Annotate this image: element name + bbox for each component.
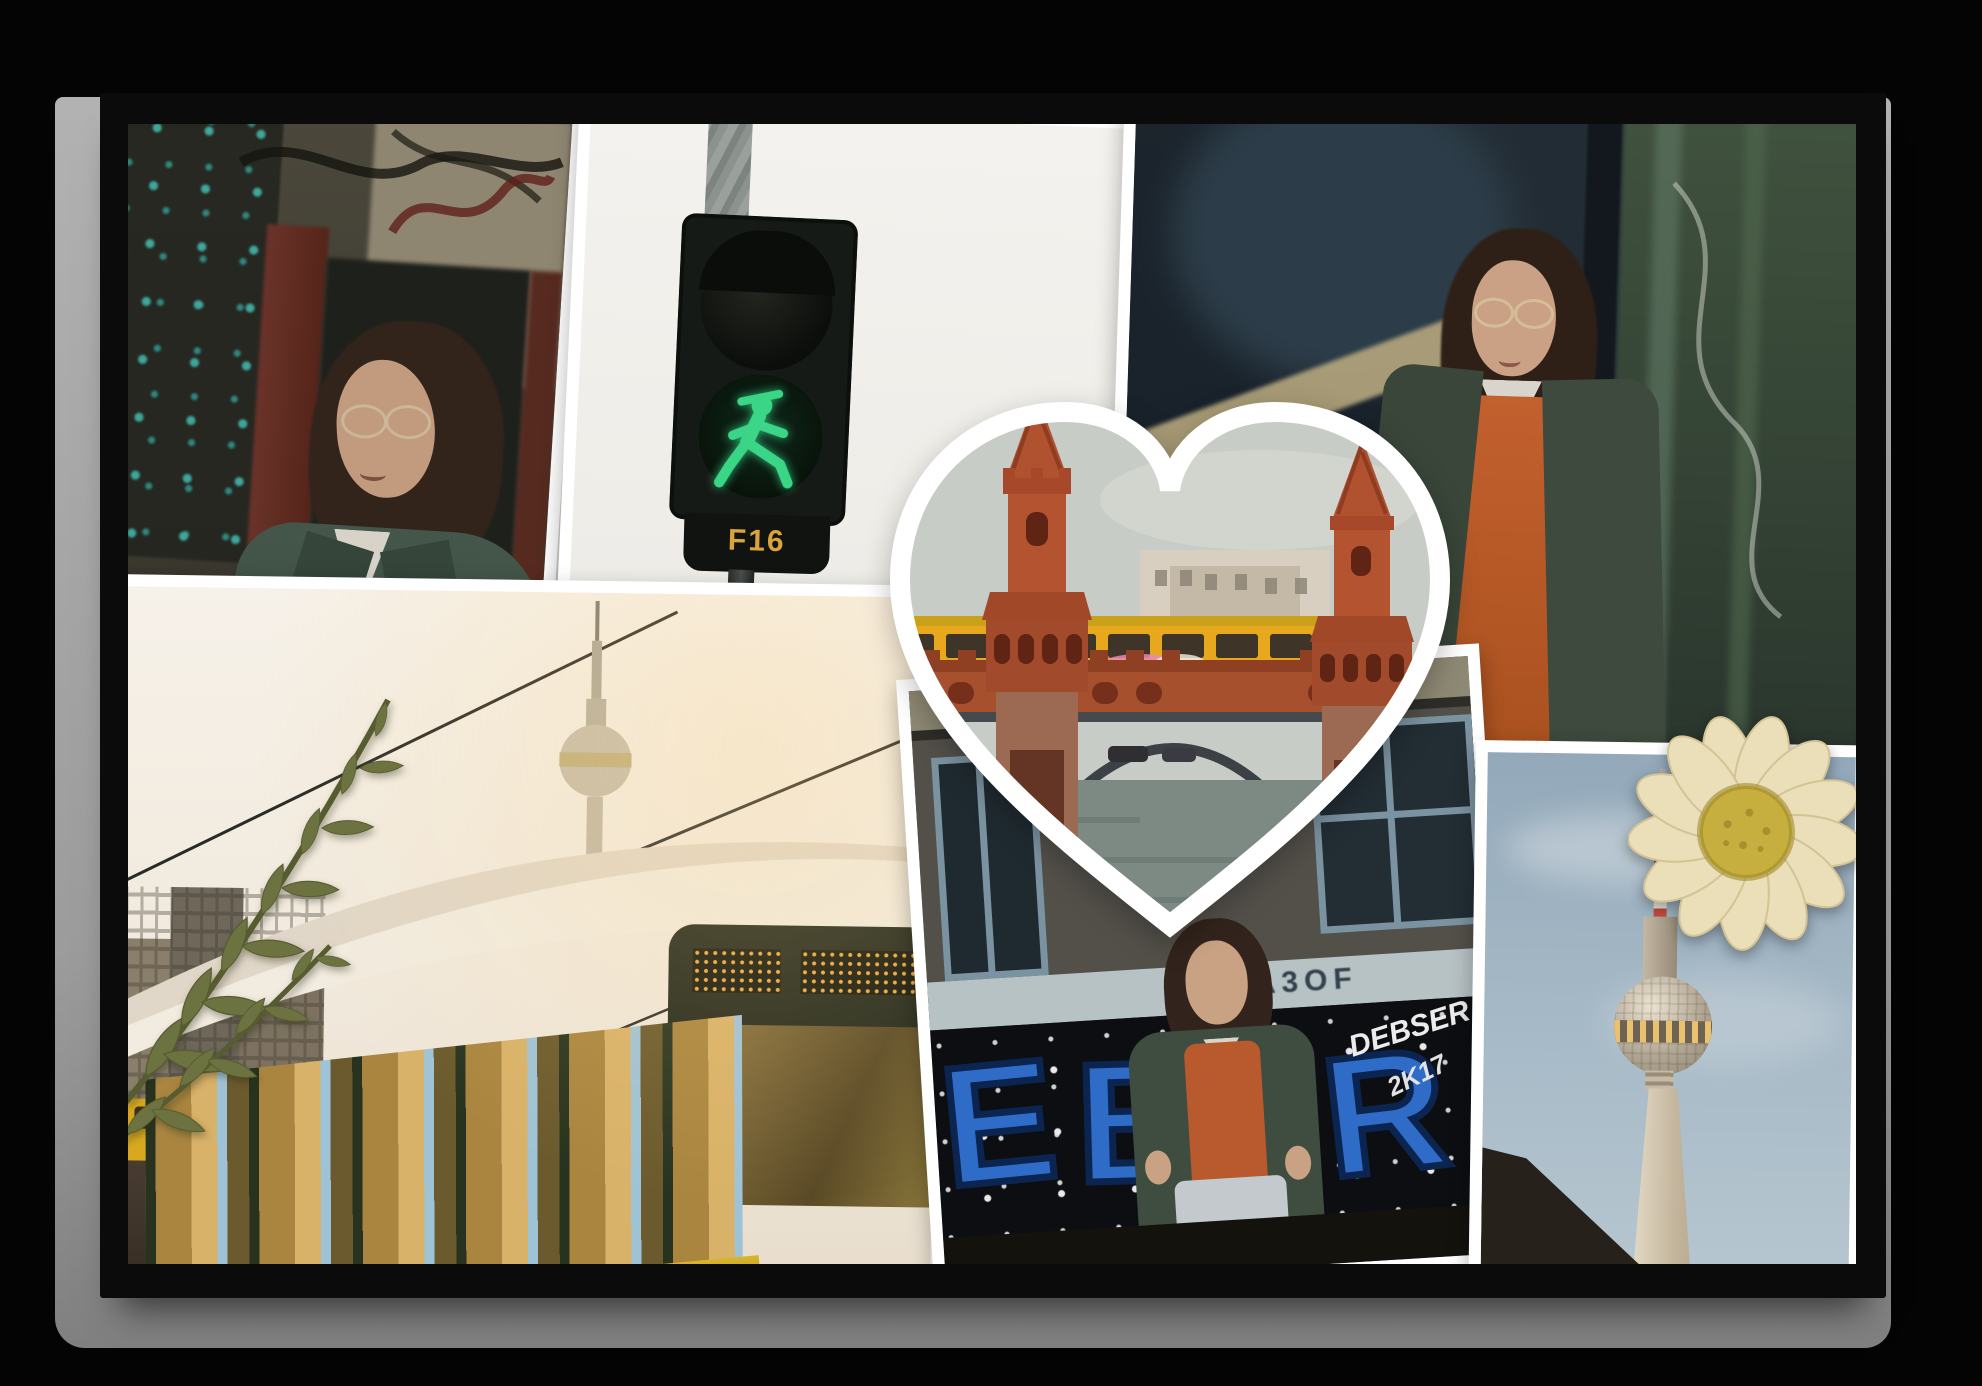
pressed-daisy-flower <box>1628 704 1856 956</box>
ampelmann-icon <box>696 372 825 501</box>
framed-collage-print: KOM <box>0 0 1982 1386</box>
orange-sweater <box>1183 1040 1268 1184</box>
observation-windows <box>1614 1020 1712 1043</box>
pressed-fern-sprig <box>128 542 420 1162</box>
black-frame: KOM <box>100 93 1886 1298</box>
red-scribble <box>370 141 557 272</box>
signal-bracket: F16 <box>683 512 831 574</box>
collage-canvas: KOM <box>128 124 1856 1264</box>
signal-id-label: F16 <box>683 522 830 560</box>
heart-photo-oberbaum-bridge: zalando <box>840 350 1500 955</box>
tower-shaft <box>1600 1088 1723 1264</box>
sphere-collar <box>1645 1070 1673 1090</box>
graffiti-letter: E <box>934 1033 1063 1213</box>
car <box>1162 748 1196 762</box>
car <box>1108 746 1148 762</box>
tower-sphere <box>1613 976 1712 1075</box>
